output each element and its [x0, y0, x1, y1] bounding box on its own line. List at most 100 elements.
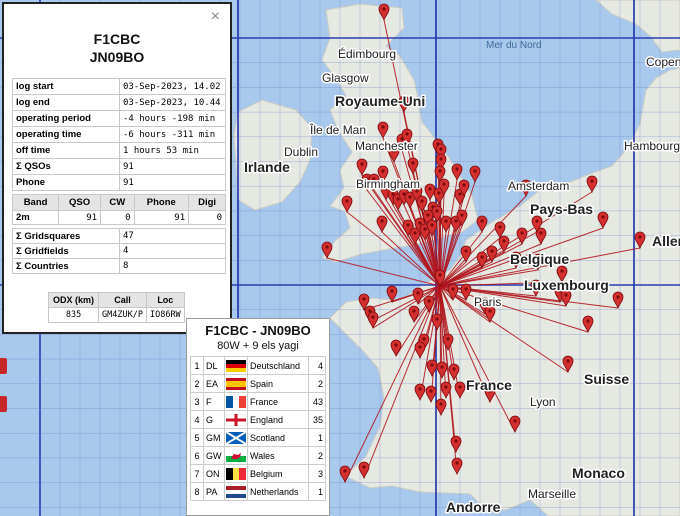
country-summary-card: F1CBC - JN09BO 80W + 9 els yagi 1 DL Deuts…	[186, 318, 330, 516]
marker-dot	[438, 273, 442, 277]
country-prefix: GM	[203, 428, 225, 447]
marker-dot	[458, 192, 462, 196]
band-header: QSO	[58, 194, 102, 211]
sc-flag-icon	[226, 431, 246, 444]
info-value: -6 hours -311 min	[119, 126, 226, 143]
marker-dot	[382, 7, 386, 11]
place-label-royaume-uni: Royaume-Uni	[335, 93, 425, 109]
marker-dot	[360, 162, 364, 166]
marker-dot	[418, 387, 422, 391]
country-row: 6 GW Wales 2	[190, 446, 326, 465]
marker-dot	[442, 182, 446, 186]
place-label-lyon: Lyon	[530, 395, 556, 409]
wa-flag-icon	[226, 449, 246, 462]
country-row: 7 ON Belgium 3	[190, 464, 326, 483]
info-key: Σ QSOs	[12, 158, 120, 175]
country-prefix: PA	[203, 482, 225, 501]
close-icon[interactable]: ×	[211, 8, 220, 26]
country-prefix: G	[203, 410, 225, 429]
country-count: 1	[308, 428, 326, 447]
marker-dot	[429, 389, 433, 393]
marker-dot	[345, 199, 349, 203]
fr-flag-icon	[226, 395, 246, 408]
place-label-france: France	[466, 377, 512, 393]
info-key: operating period	[12, 110, 120, 127]
marker-dot	[394, 343, 398, 347]
summary-row: Σ Gridsquares 47	[12, 228, 226, 244]
marker-dot	[564, 293, 568, 297]
country-row: 4 G England 35	[190, 410, 326, 429]
marker-dot	[381, 125, 385, 129]
place-label-belgique: Belgique	[510, 251, 569, 267]
country-rank: 2	[190, 374, 204, 393]
country-prefix: EA	[203, 374, 225, 393]
odx-header: ODX (km)	[47, 292, 100, 308]
card-subtitle: 80W + 9 els yagi	[217, 340, 299, 352]
band-cell-qso: 91	[58, 210, 102, 225]
country-row: 8 PA Netherlands 1	[190, 482, 326, 501]
info-row: Σ QSOs 91	[12, 158, 226, 175]
place-label-monaco: Monaco	[572, 465, 625, 481]
odx-header: Loc	[145, 292, 185, 308]
de-flag-icon	[226, 359, 246, 372]
marker-dot	[408, 195, 412, 199]
marker-dot	[601, 215, 605, 219]
place-label-andorre: Andorre	[446, 499, 501, 515]
odx-row: 835 GM4ZUK/P IO86RW	[47, 307, 185, 323]
info-value: 03-Sep-2023, 14.02	[119, 78, 226, 95]
marker-dot	[362, 465, 366, 469]
info-value: -4 hours -198 min	[119, 110, 226, 127]
marker-dot	[391, 192, 395, 196]
country-name: Deutschland	[247, 356, 309, 375]
marker-dot	[444, 385, 448, 389]
station-info-popup: × F1CBC JN09BO log start 03-Sep-2023, 14.…	[2, 2, 232, 334]
marker-dot	[380, 219, 384, 223]
place-label-amsterdam: Amsterdam	[508, 179, 569, 193]
info-value: 03-Sep-2023, 10.44	[119, 94, 226, 111]
country-rank: 6	[190, 446, 204, 465]
country-count: 4	[308, 356, 326, 375]
band-header: Phone	[133, 194, 190, 211]
marker-dot	[455, 167, 459, 171]
marker-dot	[455, 461, 459, 465]
country-rank: 3	[190, 392, 204, 411]
odx-header: Call	[98, 292, 147, 308]
marker-dot	[435, 317, 439, 321]
marker-dot	[590, 179, 594, 183]
place-label-hambourg: Hambourg	[624, 139, 680, 153]
place-label-irlande: Irlande	[244, 159, 290, 175]
station-locator: JN09BO	[89, 49, 145, 65]
marker-dot	[566, 359, 570, 363]
marker-dot	[454, 439, 458, 443]
place-label-copenhague: Copenhague	[646, 55, 680, 69]
info-key: log start	[12, 78, 120, 95]
marker-dot	[381, 169, 385, 173]
country-flag-cell	[224, 482, 248, 501]
marker-dot	[502, 239, 506, 243]
be-flag-icon	[226, 467, 246, 480]
band-header: Band	[11, 194, 60, 211]
marker-dot	[325, 245, 329, 249]
marker-dot	[586, 319, 590, 323]
left-red-button-1[interactable]	[0, 358, 7, 374]
place-label-paris: Paris	[474, 295, 501, 309]
country-count: 35	[308, 410, 326, 429]
place-label-suisse: Suisse	[584, 371, 629, 387]
country-rank: 7	[190, 464, 204, 483]
country-table: 1 DL Deutschland 4 2 EA Spain 2 3 F France 43 4 G Engl…	[190, 356, 326, 501]
country-count: 2	[308, 446, 326, 465]
left-red-button-2[interactable]	[0, 396, 7, 412]
country-count: 3	[308, 464, 326, 483]
marker-dot	[454, 219, 458, 223]
marker-dot	[446, 337, 450, 341]
marker-dot	[411, 161, 415, 165]
marker-dot	[638, 235, 642, 239]
country-count: 43	[308, 392, 326, 411]
country-flag-cell	[224, 410, 248, 429]
card-title: F1CBC - JN09BO	[205, 323, 311, 338]
info-row: Phone 91	[12, 174, 226, 191]
marker-dot	[560, 269, 564, 273]
marker-dot	[616, 295, 620, 299]
band-cell-band: 2m	[11, 210, 60, 225]
place-label-birmingham: Birmingham	[356, 177, 420, 191]
